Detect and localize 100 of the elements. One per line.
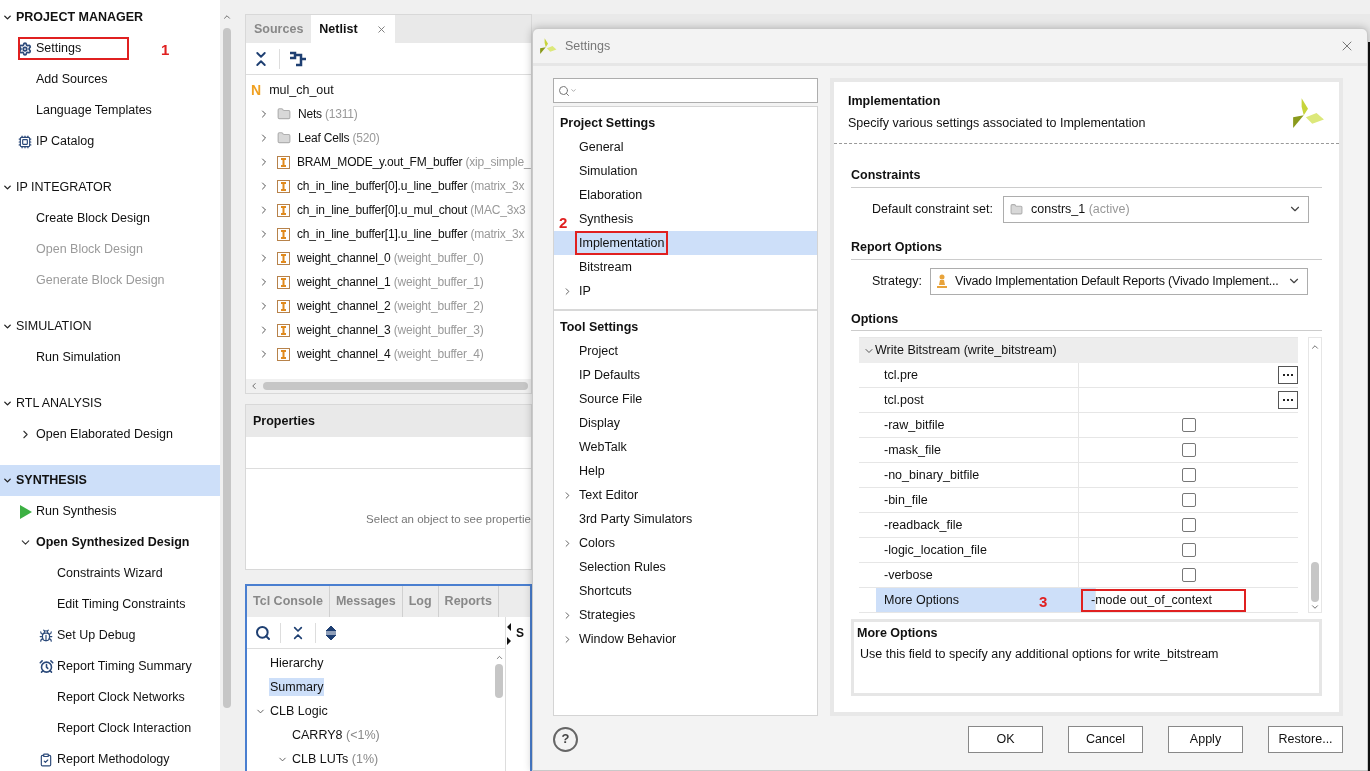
scroll-up-icon[interactable]	[494, 653, 504, 662]
settings-category[interactable]: Bitstream	[578, 257, 633, 277]
nav-item[interactable]: Language Templates	[36, 101, 152, 120]
option-name[interactable]: -bin_file	[884, 490, 928, 510]
tree-item[interactable]: ch_in_line_buffer[0].u_line_buffer (matrix_3x	[297, 177, 525, 195]
checkbox[interactable]	[1181, 518, 1196, 533]
tree-item[interactable]: Summary	[269, 677, 325, 697]
option-name[interactable]: -no_binary_bitfile	[884, 465, 980, 485]
option-name[interactable]: -readback_file	[884, 515, 963, 535]
nav-item[interactable]: Report Clock Interaction	[57, 719, 192, 738]
chevron-down-icon[interactable]	[2, 398, 13, 409]
checkbox[interactable]	[1181, 443, 1196, 458]
settings-category[interactable]: Window Behavior	[578, 629, 678, 649]
chevron-down-icon[interactable]	[2, 182, 13, 193]
settings-category[interactable]: Selection Rules	[578, 557, 667, 577]
scroll-left-icon[interactable]	[249, 381, 259, 392]
nav-item[interactable]: Open Elaborated Design	[36, 425, 173, 444]
checkbox[interactable]	[1181, 468, 1196, 483]
nav-item[interactable]: Report Methodology	[57, 750, 170, 769]
tree-item[interactable]: ch_in_line_buffer[0].u_mul_chout (MAC_3x3	[297, 201, 526, 219]
checkbox[interactable]	[1181, 568, 1196, 583]
chevron-down-icon[interactable]	[2, 321, 13, 332]
checkbox[interactable]	[1181, 418, 1196, 433]
tree-item[interactable]: Leaf Cells (520)	[298, 129, 380, 147]
tree-item[interactable]: Hierarchy	[269, 653, 325, 673]
tree-item[interactable]: mul_ch_out	[269, 80, 334, 100]
section-header[interactable]: SYNTHESIS	[0, 465, 220, 496]
settings-category[interactable]: Shortcuts	[578, 581, 633, 601]
tree-item[interactable]: weight_channel_4 (weight_buffer_4)	[297, 345, 484, 363]
expand-all-icon[interactable]	[325, 625, 337, 640]
checkbox[interactable]	[1181, 493, 1196, 508]
settings-category[interactable]: IP	[578, 281, 592, 301]
tree-item[interactable]: CARRY8 (<1%)	[291, 725, 381, 745]
scroll-up-icon[interactable]	[222, 12, 232, 22]
settings-category[interactable]: Synthesis	[578, 209, 635, 229]
settings-category[interactable]: Text Editor	[578, 485, 640, 505]
settings-category[interactable]: Source File	[578, 389, 644, 409]
dropdown-caret-icon[interactable]	[570, 87, 577, 94]
option-name[interactable]: -verbose	[884, 565, 933, 585]
nav-item[interactable]: Report Timing Summary	[57, 657, 192, 676]
search-icon[interactable]	[255, 624, 271, 641]
option-name[interactable]: More Options	[884, 590, 960, 610]
tree-item[interactable]: weight_channel_1 (weight_buffer_1)	[297, 273, 484, 291]
settings-category[interactable]: IP Defaults	[578, 365, 641, 385]
settings-category[interactable]: Elaboration	[578, 185, 644, 205]
nav-item[interactable]: Open Synthesized Design	[36, 533, 190, 552]
option-name[interactable]: tcl.post	[884, 390, 924, 410]
chevron-down-icon[interactable]	[2, 12, 13, 23]
tree-item[interactable]: weight_channel_0 (weight_buffer_0)	[297, 249, 484, 267]
strategy-dropdown[interactable]: Vivado Implementation Default Reports (Vivado Implement...	[930, 267, 1308, 295]
settings-category[interactable]: WebTalk	[578, 437, 628, 457]
settings-category[interactable]: Strategies	[578, 605, 637, 625]
nav-item[interactable]: Set Up Debug	[57, 626, 136, 645]
tree-item[interactable]: weight_channel_3 (weight_buffer_3)	[297, 321, 484, 339]
option-name[interactable]: -logic_location_file	[884, 540, 987, 560]
scrollbar[interactable]	[246, 379, 531, 394]
scrollbar[interactable]	[1308, 337, 1322, 614]
tree-item[interactable]: weight_channel_2 (weight_buffer_2)	[297, 297, 484, 315]
settings-category[interactable]: Colors	[578, 533, 617, 553]
schematic-icon[interactable]	[289, 50, 307, 67]
settings-category[interactable]: Project	[578, 341, 619, 361]
section-header[interactable]: PROJECT MANAGER	[0, 2, 220, 33]
panel-tab[interactable]: Netlist	[311, 15, 395, 43]
help-button[interactable]: ?	[553, 726, 578, 752]
settings-category[interactable]: Simulation	[578, 161, 639, 181]
dialog-button[interactable]: Cancel	[1068, 725, 1143, 753]
scroll-thumb[interactable]	[1311, 562, 1319, 603]
constraint-set-dropdown[interactable]: constrs_1 (active)	[1003, 195, 1309, 223]
dialog-button[interactable]: Apply	[1168, 725, 1243, 753]
settings-category[interactable]: Display	[578, 413, 621, 433]
checkbox[interactable]	[1181, 543, 1196, 558]
tree-item[interactable]: CLB LUTs (1%)	[291, 749, 380, 769]
tree-item[interactable]: CLB Logic	[269, 701, 329, 721]
nav-item[interactable]: Add Sources	[36, 70, 108, 89]
dialog-button[interactable]: Restore...	[1268, 725, 1343, 753]
settings-category[interactable]: Help	[578, 461, 606, 481]
settings-category[interactable]: 3rd Party Simulators	[578, 509, 694, 529]
section-header[interactable]: IP INTEGRATOR	[0, 172, 220, 203]
scrollbar[interactable]	[220, 0, 234, 771]
option-name[interactable]: -raw_bitfile	[884, 415, 945, 435]
settings-category[interactable]: General	[578, 137, 625, 157]
nav-item[interactable]: Settings	[36, 39, 82, 58]
input-field[interactable]: -mode out_of_context	[1081, 588, 1246, 612]
nav-item[interactable]: Edit Timing Constraints	[57, 595, 186, 614]
chevron-down-icon[interactable]	[2, 475, 13, 486]
nav-item[interactable]: Report Clock Networks	[57, 688, 185, 707]
dialog-button[interactable]: OK	[968, 725, 1043, 753]
browse-button[interactable]	[1278, 391, 1299, 410]
option-name[interactable]: tcl.pre	[884, 365, 919, 385]
tree-item[interactable]: ch_in_line_buffer[1].u_line_buffer (matrix_3x	[297, 225, 525, 243]
tree-item[interactable]: Nets (1311)	[298, 105, 358, 123]
section-header[interactable]: RTL ANALYSIS	[0, 388, 220, 419]
tree-item[interactable]: BRAM_MODE_y.out_FM_buffer (xip_simple_	[297, 153, 531, 171]
section-header[interactable]: SIMULATION	[0, 311, 220, 342]
option-name[interactable]: -mask_file	[884, 440, 941, 460]
nav-item[interactable]: Run Simulation	[36, 348, 121, 367]
search-field[interactable]	[553, 78, 818, 103]
browse-button[interactable]	[1278, 366, 1299, 385]
nav-item[interactable]: Run Synthesis	[36, 502, 117, 521]
close-icon[interactable]	[375, 23, 387, 35]
